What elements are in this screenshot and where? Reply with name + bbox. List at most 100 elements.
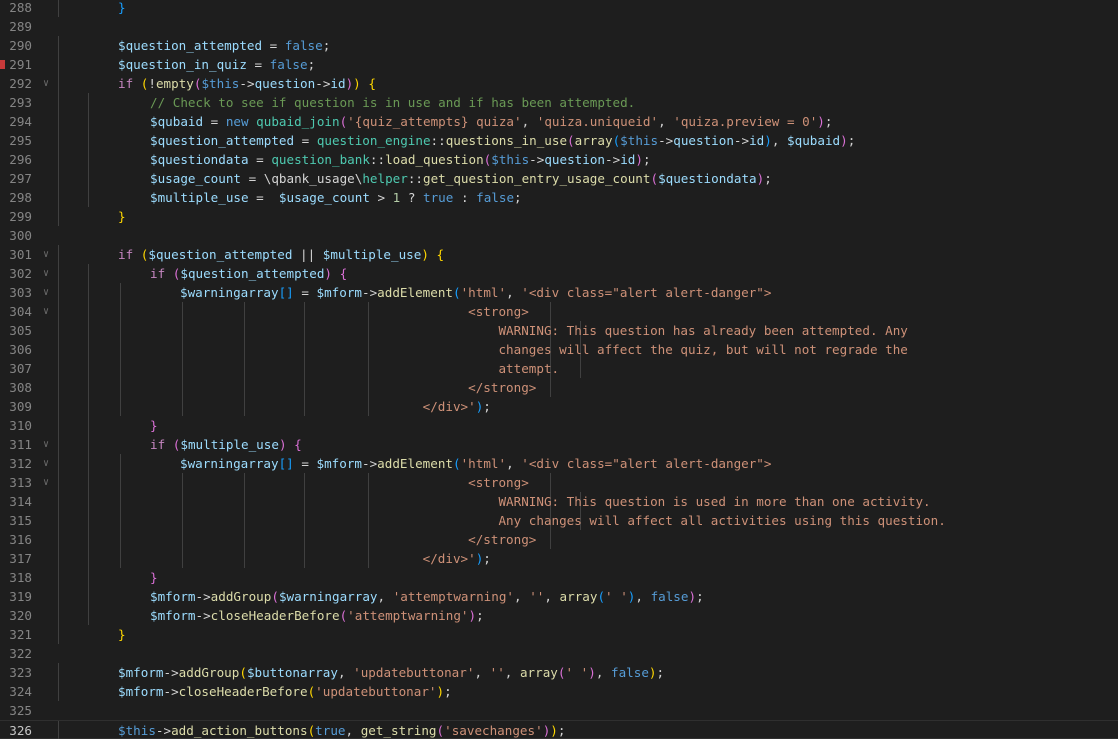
code-line[interactable]: 321} <box>0 625 1118 644</box>
code-text[interactable]: <strong> <box>180 302 529 321</box>
code-line[interactable]: 311 ∨ if ($multiple_use) { <box>0 435 1118 454</box>
fold-chevron-icon[interactable]: ∨ <box>40 435 52 454</box>
code-line[interactable]: 320 $mform->closeHeaderBefore('attemptwar… <box>0 606 1118 625</box>
code-line[interactable]: 326 $this->add_action_buttons (true, get_s… <box>0 720 1118 739</box>
code-token: } <box>118 209 126 224</box>
code-text[interactable]: </div>'); <box>180 549 491 568</box>
code-line[interactable]: 312 ∨ $warningarray[] = $mform->addElement… <box>0 454 1118 473</box>
code-line[interactable]: 294 $qubaid = new qubaid_join('{quiz_atte… <box>0 112 1118 131</box>
fold-chevron-icon[interactable]: ∨ <box>40 74 52 93</box>
code-line[interactable]: 316 </strong> <box>0 530 1118 549</box>
code-line[interactable]: 297 $usage_count = \qbank_usage\helper::g… <box>0 169 1118 188</box>
code-line[interactable]: 298 $multiple_use = $usage_count > 1 ? tr… <box>0 188 1118 207</box>
code-text[interactable]: } <box>150 416 158 435</box>
code-text[interactable]: WARNING: This question has already been … <box>180 321 907 340</box>
code-token: id <box>330 76 346 91</box>
code-line[interactable]: 309 </div>'); <box>0 397 1118 416</box>
code-text[interactable]: $multiple_use = $usage_count > 1 ? true … <box>150 188 522 207</box>
indent-guide <box>58 511 59 530</box>
code-text[interactable]: $question_in_quiz = false; <box>118 55 315 74</box>
code-text[interactable]: // Check to see if question is in use an… <box>150 93 635 112</box>
code-text[interactable]: $warningarray[] = $mform->addElement('ht… <box>180 283 771 302</box>
code-text[interactable]: $warningarray[] = $mform->addElement('ht… <box>180 454 771 473</box>
code-line[interactable]: 295 $question_attempted = question_engine… <box>0 131 1118 150</box>
code-line[interactable]: 307 attempt. <box>0 359 1118 378</box>
code-text[interactable]: $usage_count = \qbank_usage\helper::get_… <box>150 169 772 188</box>
code-text[interactable]: } <box>118 625 126 644</box>
code-line[interactable]: 302 ∨ if ($question_attempted) { <box>0 264 1118 283</box>
fold-chevron-icon[interactable]: ∨ <box>40 302 52 321</box>
code-text[interactable]: if ($question_attempted || $multiple_use… <box>118 245 444 264</box>
code-text[interactable]: $qubaid = new qubaid_join('{quiz_attempt… <box>150 112 832 131</box>
code-text[interactable]: $this->add_action_buttons (true, get_stri… <box>118 721 565 739</box>
code-line[interactable]: 296 $questiondata = question_bank::load_q… <box>0 150 1118 169</box>
code-line[interactable]: 324 $mform->closeHeaderBefore('updatebutt… <box>0 682 1118 701</box>
code-text[interactable]: </strong> <box>180 378 536 397</box>
fold-chevron-icon[interactable]: ∨ <box>40 473 52 492</box>
code-text[interactable]: WARNING: This question is used in more t… <box>180 492 930 511</box>
fold-chevron-icon[interactable]: ∨ <box>40 454 52 473</box>
code-line[interactable]: 303 ∨ $warningarray[] = $mform->addElement… <box>0 283 1118 302</box>
indent-guide <box>58 492 59 511</box>
code-text[interactable]: } <box>150 568 158 587</box>
code-line[interactable]: 308 </strong> <box>0 378 1118 397</box>
code-line[interactable]: 313 ∨ <strong> <box>0 473 1118 492</box>
code-text[interactable]: $mform->closeHeaderBefore('updatebuttona… <box>118 682 452 701</box>
code-line[interactable]: 289 <box>0 17 1118 36</box>
code-token: changes will affect the quiz, but will n… <box>180 342 908 357</box>
code-text[interactable]: $question_attempted = false; <box>118 36 330 55</box>
code-line[interactable]: 305 WARNING: This question has already b… <box>0 321 1118 340</box>
code-line[interactable]: 291 $question_in_quiz = false; <box>0 55 1118 74</box>
fold-chevron-icon[interactable]: ∨ <box>40 245 52 264</box>
code-line[interactable]: 319 $mform->addGroup($warningarray, 'atte… <box>0 587 1118 606</box>
code-text[interactable]: </strong> <box>180 530 536 549</box>
fold-chevron-icon[interactable]: ∨ <box>40 283 52 302</box>
code-line[interactable]: 304 ∨ <strong> <box>0 302 1118 321</box>
code-line[interactable]: 310} <box>0 416 1118 435</box>
code-line[interactable]: 315 Any changes will affect all activiti… <box>0 511 1118 530</box>
code-text[interactable]: } <box>118 0 126 17</box>
code-line[interactable]: 317 </div>'); <box>0 549 1118 568</box>
code-text[interactable]: if ($multiple_use) { <box>150 435 302 454</box>
code-line[interactable]: 292 ∨ if (!empty($this->question->id)) { <box>0 74 1118 93</box>
code-line[interactable]: 293 // Check to see if question is in use… <box>0 93 1118 112</box>
code-line[interactable]: 299} <box>0 207 1118 226</box>
code-token: = <box>293 456 317 471</box>
code-text[interactable]: </div>'); <box>180 397 491 416</box>
code-token: ; <box>847 133 856 148</box>
code-text[interactable]: <strong> <box>180 473 529 492</box>
code-text[interactable]: if ($question_attempted) { <box>150 264 347 283</box>
code-editor[interactable]: 288} 289 290 $question_attempted = false; 29… <box>0 0 1118 739</box>
code-token: new <box>225 114 249 129</box>
code-text[interactable]: $mform->addGroup($warningarray, 'attempt… <box>150 587 704 606</box>
code-line[interactable]: 290 $question_attempted = false; <box>0 36 1118 55</box>
code-line[interactable]: 288} <box>0 0 1118 17</box>
code-line[interactable]: 300 <box>0 226 1118 245</box>
indent-guide <box>120 321 121 340</box>
code-text[interactable]: $questiondata = question_bank::load_ques… <box>150 150 651 169</box>
code-token: ? <box>400 190 424 205</box>
code-text[interactable]: } <box>118 207 126 226</box>
code-line[interactable]: 318} <box>0 568 1118 587</box>
code-token: if <box>150 437 166 452</box>
code-text[interactable]: Any changes will affect all activities u… <box>180 511 945 530</box>
code-line[interactable]: 314 WARNING: This question is used in mo… <box>0 492 1118 511</box>
code-token: -> <box>362 456 378 471</box>
code-text[interactable]: if (!empty($this->question->id)) { <box>118 74 376 93</box>
code-line[interactable]: 306 changes will affect the quiz, but wi… <box>0 340 1118 359</box>
code-text[interactable]: $mform->closeHeaderBefore('attemptwarnin… <box>150 606 484 625</box>
code-token: empty <box>155 76 194 91</box>
code-text[interactable]: $question_attempted = question_engine::q… <box>150 131 855 150</box>
code-line[interactable]: 325 <box>0 701 1118 720</box>
line-number: 293 <box>9 95 32 110</box>
fold-chevron-icon[interactable]: ∨ <box>40 264 52 283</box>
code-line[interactable]: 323 $mform->addGroup($buttonarray, 'updat… <box>0 663 1118 682</box>
code-text[interactable]: $mform->addGroup($buttonarray, 'updatebu… <box>118 663 664 682</box>
code-line[interactable]: 301 ∨ if ($question_attempted || $multiple… <box>0 245 1118 264</box>
code-line[interactable]: 322 <box>0 644 1118 663</box>
code-text[interactable]: attempt. <box>180 359 559 378</box>
indent-guide <box>550 378 551 397</box>
indent-guide <box>88 397 89 416</box>
indent-guide <box>58 36 59 55</box>
code-text[interactable]: changes will affect the quiz, but will n… <box>180 340 908 359</box>
